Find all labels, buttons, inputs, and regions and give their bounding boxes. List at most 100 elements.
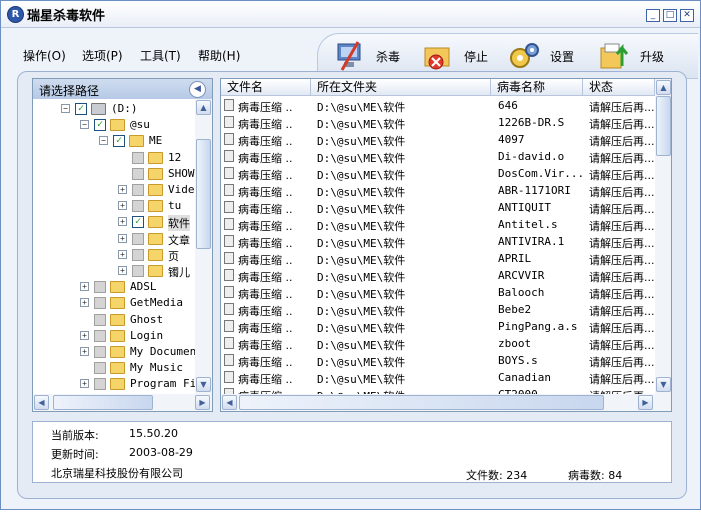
folder-icon xyxy=(148,232,163,245)
collapse-tree-button[interactable]: ◀ xyxy=(189,81,206,98)
tree-scroll-down[interactable]: ▼ xyxy=(196,377,211,392)
table-vertical-scrollbar[interactable]: ▲ ▼ xyxy=(655,79,671,394)
maximize-button[interactable]: □ xyxy=(663,9,677,22)
cell-folder: D:\@su\ME\软件 xyxy=(317,169,406,182)
table-hscroll-thumb[interactable] xyxy=(239,395,604,410)
tree-hscroll-thumb[interactable] xyxy=(53,395,153,410)
title-bar[interactable]: R 瑞星杀毒软件 _ □ ✕ xyxy=(1,1,700,28)
table-scroll-down[interactable]: ▼ xyxy=(656,377,671,392)
tree-expander[interactable]: + xyxy=(118,185,127,194)
cell-file-name: 病毒压缩 .. xyxy=(238,356,293,369)
tree-expander[interactable]: − xyxy=(99,136,108,146)
tree-checkbox[interactable] xyxy=(132,167,144,180)
table-scroll-left[interactable]: ◀ xyxy=(222,395,237,410)
tree-checkbox[interactable]: ✓ xyxy=(94,119,106,132)
table-row[interactable]: 病毒压缩 .. D:\@su\ME\软件 zboot 请解压后再... xyxy=(221,335,655,352)
tree-checkbox[interactable]: ✓ xyxy=(75,103,87,115)
tree-checkbox[interactable] xyxy=(132,151,144,164)
table-row[interactable]: 病毒压缩 .. D:\@su\ME\软件 Di-david.o 请解压后再... xyxy=(221,148,655,165)
table-row[interactable]: 病毒压缩 .. D:\@su\ME\软件 Canadian 请解压后再... xyxy=(221,369,655,386)
file-type-icon xyxy=(224,286,234,298)
tree-vertical-scrollbar[interactable]: ▲ ▼ xyxy=(195,99,212,394)
tree-checkbox[interactable] xyxy=(132,184,144,196)
table-scroll-thumb[interactable] xyxy=(656,96,671,156)
table-row[interactable]: 病毒压缩 .. D:\@su\ME\软件 1226B-DR.S 请解压后再... xyxy=(221,114,655,131)
table-row[interactable]: 病毒压缩 .. D:\@su\ME\软件 BOYS.s 请解压后再... xyxy=(221,352,655,369)
menu-operate[interactable]: 操作(O) xyxy=(23,47,66,64)
file-type-icon xyxy=(224,218,234,230)
tree-expander[interactable]: + xyxy=(80,379,89,389)
tree-node-label: (D:) xyxy=(111,102,138,115)
table-scroll-right[interactable]: ▶ xyxy=(638,395,653,410)
tree-checkbox[interactable] xyxy=(94,281,106,294)
table-row[interactable]: 病毒压缩 .. D:\@su\ME\软件 PingPang.a.s 请解压后再... xyxy=(221,318,655,335)
tree-expander[interactable]: + xyxy=(118,217,127,227)
cell-virus-name: DosCom.Vir... xyxy=(498,167,582,180)
minimize-icon: _ xyxy=(650,10,656,20)
tree-checkbox[interactable] xyxy=(94,346,106,358)
tree-expander[interactable]: + xyxy=(80,298,89,308)
table-row[interactable]: 病毒压缩 .. D:\@su\ME\软件 646 请解压后再... xyxy=(221,97,655,114)
tree-expander[interactable]: − xyxy=(80,120,89,130)
menu-help[interactable]: 帮助(H) xyxy=(198,47,240,64)
stop-icon xyxy=(424,47,450,70)
tree-checkbox[interactable] xyxy=(132,265,144,277)
column-folder[interactable]: 所在文件夹 xyxy=(311,79,491,96)
tree-checkbox[interactable]: ✓ xyxy=(132,216,144,229)
tree-header-title: 请选择路径 xyxy=(39,84,100,98)
table-row[interactable]: 病毒压缩 .. D:\@su\ME\软件 Antitel.s 请解压后再... xyxy=(221,216,655,233)
tree-expander[interactable]: − xyxy=(61,104,70,113)
file-type-icon xyxy=(224,269,234,281)
tree-checkbox[interactable] xyxy=(132,200,144,213)
tree-checkbox[interactable] xyxy=(94,329,106,342)
tree-checkbox[interactable] xyxy=(94,297,106,310)
folder-icon xyxy=(148,248,163,261)
tree-scroll-right[interactable]: ▶ xyxy=(195,395,210,410)
close-button[interactable]: ✕ xyxy=(680,9,694,22)
tree-checkbox[interactable] xyxy=(94,378,106,391)
tree-checkbox[interactable] xyxy=(94,362,106,375)
tree-expander[interactable]: + xyxy=(118,249,127,259)
table-horizontal-scrollbar[interactable]: ◀ ▶ xyxy=(221,394,671,411)
tree-expander[interactable]: + xyxy=(80,282,89,292)
table-row[interactable]: 病毒压缩 .. D:\@su\ME\软件 ABR-1171ORI 请解压后再... xyxy=(221,182,655,199)
table-row[interactable]: 病毒压缩 .. D:\@su\ME\软件 4097 请解压后再... xyxy=(221,131,655,148)
tree-expander[interactable]: + xyxy=(118,233,127,243)
menu-options[interactable]: 选项(P) xyxy=(82,47,123,64)
table-row[interactable]: 病毒压缩 .. D:\@su\ME\软件 ANTIVIRA.1 请解压后再... xyxy=(221,233,655,250)
cell-folder: D:\@su\ME\软件 xyxy=(317,220,406,233)
cell-folder: D:\@su\ME\软件 xyxy=(317,186,406,199)
folder-icon xyxy=(110,378,125,391)
table-row[interactable]: 病毒压缩 .. D:\@su\ME\软件 Bebe2 请解压后再... xyxy=(221,301,655,318)
column-status[interactable]: 状态 xyxy=(583,79,655,96)
tree-scroll-up[interactable]: ▲ xyxy=(196,100,211,115)
tree-node-label: Ghost xyxy=(130,312,164,326)
tree-expander[interactable]: + xyxy=(118,266,127,275)
table-row[interactable]: 病毒压缩 .. D:\@su\ME\软件 DosCom.Vir... 请解压后再... xyxy=(221,165,655,182)
tree-horizontal-scrollbar[interactable]: ◀ ▶ xyxy=(33,394,212,411)
menu-tools[interactable]: 工具(T) xyxy=(140,47,181,64)
folder-icon xyxy=(148,200,163,213)
table-row[interactable]: 病毒压缩 .. D:\@su\ME\软件 APRIL 请解压后再... xyxy=(221,250,655,267)
cell-virus-name: PingPang.a.s xyxy=(498,320,578,333)
column-file-name[interactable]: 文件名 xyxy=(221,79,311,96)
tree-scroll-thumb[interactable] xyxy=(196,139,211,249)
column-virus-name[interactable]: 病毒名称 xyxy=(491,79,583,96)
tree-expander[interactable]: + xyxy=(118,201,127,211)
tree-checkbox[interactable] xyxy=(132,232,144,245)
cell-file-name: 病毒压缩 .. xyxy=(238,254,293,267)
tree-expander[interactable]: + xyxy=(80,330,89,340)
table-row[interactable]: 病毒压缩 .. D:\@su\ME\软件 ARCVVIR 请解压后再... xyxy=(221,267,655,284)
tree-node-label: 软件 xyxy=(168,215,190,232)
table-row[interactable]: 病毒压缩 .. D:\@su\ME\软件 Balooch 请解压后再... xyxy=(221,284,655,301)
tree-expander[interactable]: + xyxy=(80,347,89,356)
tree-checkbox[interactable] xyxy=(94,313,106,326)
minimize-button[interactable]: _ xyxy=(646,9,660,22)
cell-status: 请解压后再... xyxy=(589,203,655,216)
file-type-icon xyxy=(224,150,234,162)
tree-scroll-left[interactable]: ◀ xyxy=(34,395,49,410)
tree-checkbox[interactable] xyxy=(132,248,144,261)
table-scroll-up[interactable]: ▲ xyxy=(656,80,671,95)
tree-checkbox[interactable]: ✓ xyxy=(113,135,125,148)
table-row[interactable]: 病毒压缩 .. D:\@su\ME\软件 ANTIQUIT 请解压后再... xyxy=(221,199,655,216)
